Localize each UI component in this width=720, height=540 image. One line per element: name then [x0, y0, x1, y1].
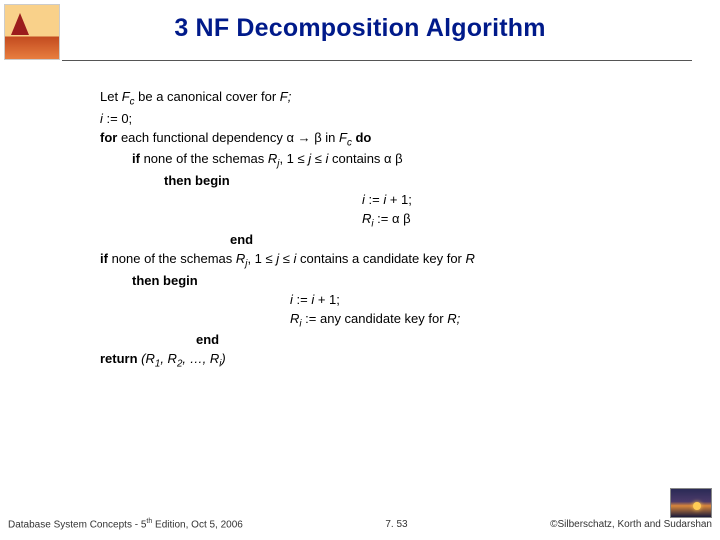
- line-11: i := i + 1;: [100, 291, 680, 310]
- line-12: Ri := any candidate key for R;: [100, 310, 680, 332]
- line-6: i := i + 1;: [100, 191, 680, 210]
- sunset-logo: [670, 488, 712, 518]
- footer-left: Database System Concepts - 5th Edition, …: [8, 518, 243, 530]
- line-5: then begin: [100, 172, 680, 191]
- sun-icon: [693, 502, 701, 510]
- footer: Database System Concepts - 5th Edition, …: [8, 518, 712, 530]
- line-10: then begin: [100, 272, 680, 291]
- line-3: for each functional dependency α → β in …: [100, 129, 680, 151]
- line-2: i := 0;: [100, 110, 680, 129]
- footer-page-number: 7. 53: [385, 519, 407, 530]
- line-13: end: [100, 331, 680, 350]
- line-4: if none of the schemas Rj, 1 ≤ j ≤ i con…: [100, 150, 680, 172]
- line-14: return (R1, R2, …, Ri): [100, 350, 680, 372]
- algorithm-body: Let Fc be a canonical cover for F; i := …: [100, 88, 680, 372]
- line-1: Let Fc be a canonical cover for F;: [100, 88, 680, 110]
- slide-title: 3 NF Decomposition Algorithm: [0, 14, 720, 43]
- line-8: end: [100, 231, 680, 250]
- line-9: if none of the schemas Rj, 1 ≤ j ≤ i con…: [100, 250, 680, 272]
- title-divider: [62, 60, 692, 61]
- line-7: Ri := α β: [100, 210, 680, 232]
- footer-copyright: ©Silberschatz, Korth and Sudarshan: [550, 519, 712, 530]
